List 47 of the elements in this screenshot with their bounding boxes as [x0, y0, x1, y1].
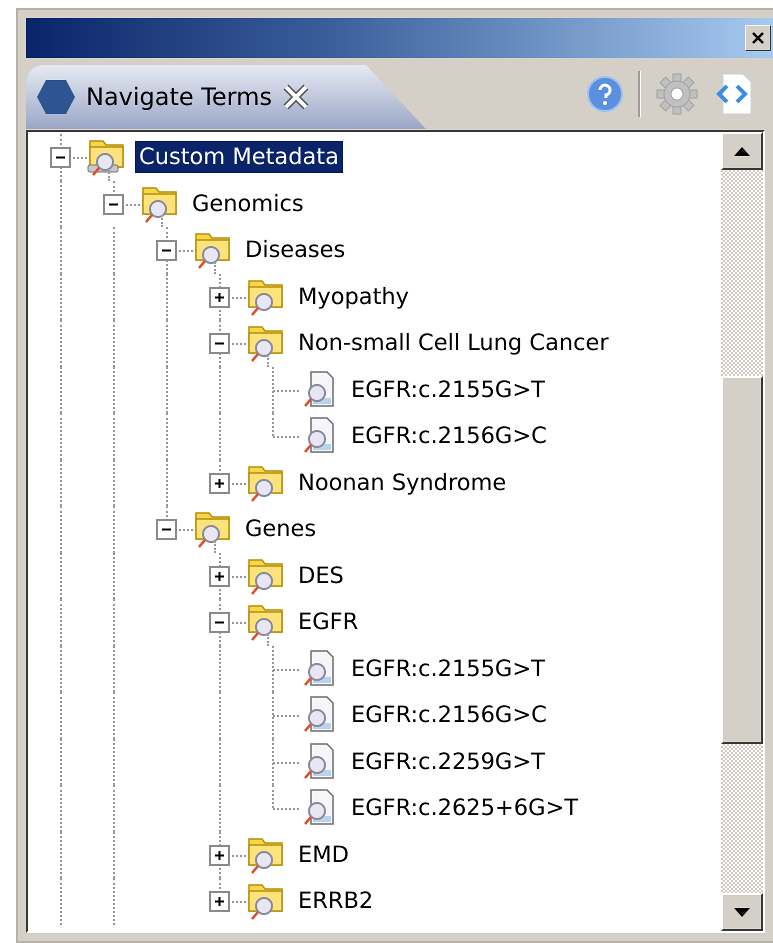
view-tab[interactable]: Navigate Terms [26, 65, 426, 129]
plus-icon [214, 292, 225, 303]
tree-item[interactable]: Genomics [188, 188, 308, 220]
plus-icon [214, 570, 225, 582]
plus-icon [214, 478, 225, 489]
close-button[interactable] [745, 25, 771, 51]
tree-item[interactable]: EGFR [294, 606, 362, 638]
tree-item[interactable]: ERRB2 [294, 885, 378, 918]
close-icon [751, 31, 765, 45]
expand-toggle[interactable] [209, 333, 230, 354]
plus-icon [214, 896, 225, 908]
tree-item[interactable]: DES [294, 560, 348, 592]
tree-item[interactable]: EGFR:c.2625+6G>T [347, 792, 582, 824]
tree-item[interactable]: EMD [294, 838, 353, 871]
tree-item[interactable]: Custom Metadata [135, 141, 343, 174]
expand-toggle[interactable] [209, 286, 230, 308]
tree-item[interactable]: EGFR:c.2155G>T [347, 652, 549, 685]
expand-toggle[interactable] [209, 566, 230, 587]
expand-toggle[interactable] [209, 891, 230, 912]
down-triangle-icon [734, 908, 750, 916]
up-triangle-icon [734, 146, 750, 156]
tab-title: Navigate Terms [86, 83, 272, 111]
scroll-up-button[interactable] [721, 132, 763, 170]
tree-item[interactable]: EGFR:c.2156G>C [347, 420, 551, 452]
expand-toggle[interactable] [103, 194, 124, 215]
tree-item[interactable]: Diseases [241, 234, 350, 266]
expand-toggle[interactable] [209, 472, 230, 494]
expand-toggle[interactable] [209, 844, 230, 866]
tree-item[interactable]: EGFR:c.2155G>T [347, 374, 549, 406]
expand-toggle[interactable] [50, 147, 71, 168]
expand-toggle[interactable] [209, 612, 230, 634]
plus-icon [214, 850, 225, 861]
tree-item[interactable]: EGFR:c.2259G>T [347, 746, 549, 778]
close-icon[interactable] [282, 83, 310, 111]
expand-toggle[interactable] [156, 519, 177, 540]
scroll-down-button[interactable] [721, 893, 763, 931]
hexagon-icon [36, 79, 76, 115]
tree-item[interactable]: Myopathy [294, 280, 413, 313]
settings-icon[interactable] [655, 72, 699, 116]
help-icon[interactable] [586, 75, 624, 113]
tree-item[interactable]: Noonan Syndrome [294, 466, 510, 499]
scroll-thumb[interactable] [721, 376, 763, 744]
tree-item[interactable]: Genes [241, 513, 320, 546]
tree-item[interactable]: Non-small Cell Lung Cancer [294, 327, 613, 360]
tree-item[interactable]: EGFR:c.2156G>C [347, 699, 551, 732]
scrollbar[interactable] [721, 132, 763, 931]
expand-toggle[interactable] [156, 240, 177, 262]
